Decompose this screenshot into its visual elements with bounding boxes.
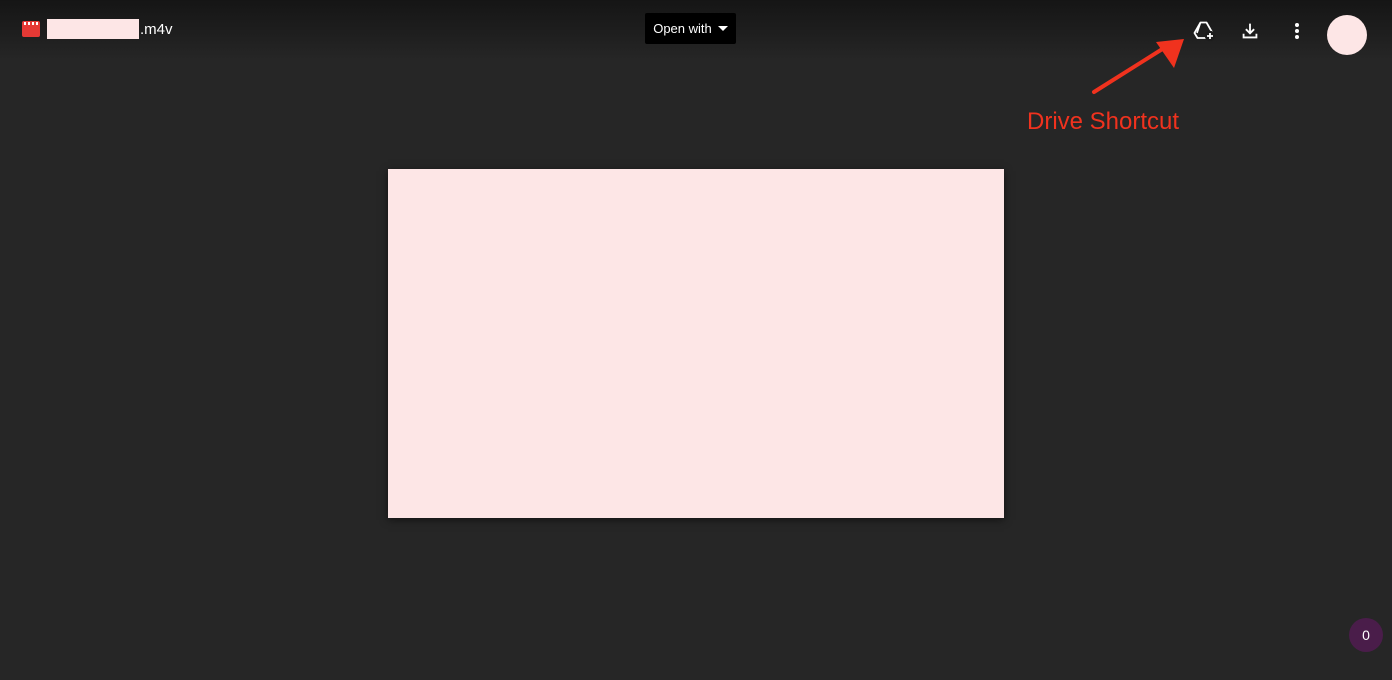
redacted-file-name (47, 19, 139, 39)
caret-down-icon (717, 26, 728, 31)
more-options-button[interactable] (1283, 17, 1311, 45)
download-button[interactable] (1236, 17, 1264, 45)
annotation-arrow-icon (1092, 39, 1184, 94)
download-icon (1242, 23, 1258, 39)
annotation-label: Drive Shortcut (1027, 108, 1180, 135)
video-file-icon (22, 21, 40, 37)
file-extension: .m4v (140, 20, 173, 38)
notification-badge[interactable]: 0 (1349, 618, 1383, 652)
open-with-label: Open with (653, 21, 712, 36)
add-shortcut-button[interactable] (1190, 17, 1218, 45)
account-avatar[interactable] (1327, 15, 1367, 55)
more-vert-icon (1295, 23, 1299, 39)
open-with-button[interactable]: Open with (645, 13, 736, 44)
add-to-drive-icon (1193, 21, 1216, 42)
file-viewer: .m4v Open with Drive Shortcut 0 (0, 0, 1392, 680)
file-title: .m4v (22, 18, 173, 40)
video-preview[interactable] (388, 169, 1004, 518)
